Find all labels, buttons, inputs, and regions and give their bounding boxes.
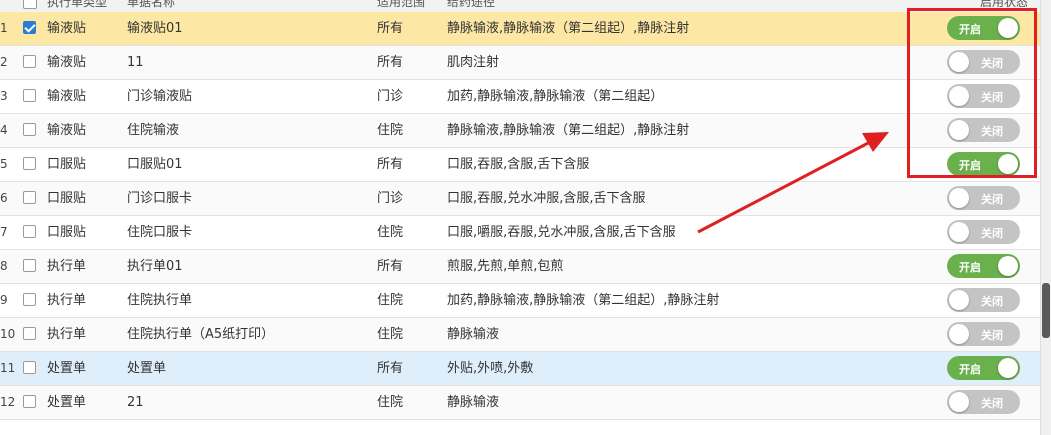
annotation-arrow-icon	[697, 132, 889, 234]
